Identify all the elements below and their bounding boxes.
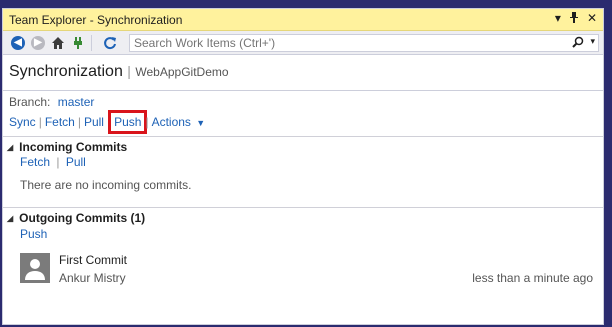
page-title: Synchronization | WebAppGitDemo xyxy=(9,63,229,81)
team-explorer-panel: Team Explorer - Synchronization ▾ ✕ ◀ ▶ … xyxy=(2,8,604,325)
section-divider xyxy=(3,136,603,137)
repo-name: WebAppGitDemo xyxy=(135,65,229,79)
toolbar: ◀ ▶ ▾ xyxy=(3,31,603,55)
commit-title[interactable]: First Commit xyxy=(59,253,127,267)
incoming-message: There are no incoming commits. xyxy=(20,178,192,192)
commit-author: Ankur Mistry xyxy=(59,271,126,285)
title-separator: | xyxy=(127,63,131,79)
search-dropdown-icon[interactable]: ▾ xyxy=(590,36,595,47)
chevron-down-icon: ▼ xyxy=(196,118,206,128)
title-bar: Team Explorer - Synchronization ▾ ✕ xyxy=(3,9,603,31)
pull-link[interactable]: Pull xyxy=(84,115,104,129)
incoming-links: Fetch | Pull xyxy=(20,155,86,169)
toolbar-divider xyxy=(91,35,92,51)
link-separator: | xyxy=(38,115,42,129)
search-icon[interactable] xyxy=(572,36,584,51)
outgoing-commits-title: Outgoing Commits (1) xyxy=(19,211,146,225)
actions-menu-label: Actions xyxy=(151,115,191,129)
incoming-pull-link[interactable]: Pull xyxy=(66,155,86,169)
section-divider xyxy=(3,207,603,208)
commit-time: less than a minute ago xyxy=(472,271,593,285)
link-separator: | xyxy=(77,115,81,129)
outgoing-links: Push xyxy=(20,227,47,241)
collapse-caret-icon[interactable]: ◢ xyxy=(7,143,13,152)
actions-menu[interactable]: Actions ▼ xyxy=(152,115,206,129)
title-bar-controls: ▾ ✕ xyxy=(555,11,597,26)
collapse-caret-icon[interactable]: ◢ xyxy=(7,214,13,223)
push-link[interactable]: Push xyxy=(108,110,148,134)
close-icon[interactable]: ✕ xyxy=(587,11,597,26)
sync-link[interactable]: Sync xyxy=(9,115,36,129)
refresh-icon[interactable] xyxy=(103,36,117,50)
pin-icon[interactable] xyxy=(569,11,579,26)
connect-icon[interactable] xyxy=(71,36,85,50)
branch-link[interactable]: master xyxy=(58,95,95,109)
avatar xyxy=(20,253,50,283)
link-separator: | xyxy=(106,115,111,129)
incoming-commits-header[interactable]: ◢ Incoming Commits xyxy=(7,140,127,154)
outgoing-commits-header[interactable]: ◢ Outgoing Commits (1) xyxy=(7,211,145,225)
branch-label: Branch: xyxy=(9,95,51,109)
window-title: Team Explorer - Synchronization xyxy=(9,13,183,27)
dropdown-icon[interactable]: ▾ xyxy=(555,11,561,26)
incoming-fetch-link[interactable]: Fetch xyxy=(20,155,50,169)
forward-icon[interactable]: ▶ xyxy=(31,36,45,50)
outgoing-push-link[interactable]: Push xyxy=(20,227,47,241)
branch-row: Branch: master xyxy=(9,95,94,109)
sync-actions: Sync | Fetch | Pull | Push | Actions ▼ xyxy=(9,110,206,134)
home-icon[interactable] xyxy=(51,36,65,50)
back-icon[interactable]: ◀ xyxy=(11,36,25,50)
fetch-link[interactable]: Fetch xyxy=(45,115,75,129)
link-separator: | xyxy=(56,155,60,169)
page-title-text: Synchronization xyxy=(9,63,123,80)
header-divider xyxy=(3,90,603,91)
link-separator: | xyxy=(145,115,149,129)
search-work-items[interactable]: ▾ xyxy=(129,34,599,52)
search-input[interactable] xyxy=(130,35,554,51)
incoming-commits-title: Incoming Commits xyxy=(19,140,128,154)
